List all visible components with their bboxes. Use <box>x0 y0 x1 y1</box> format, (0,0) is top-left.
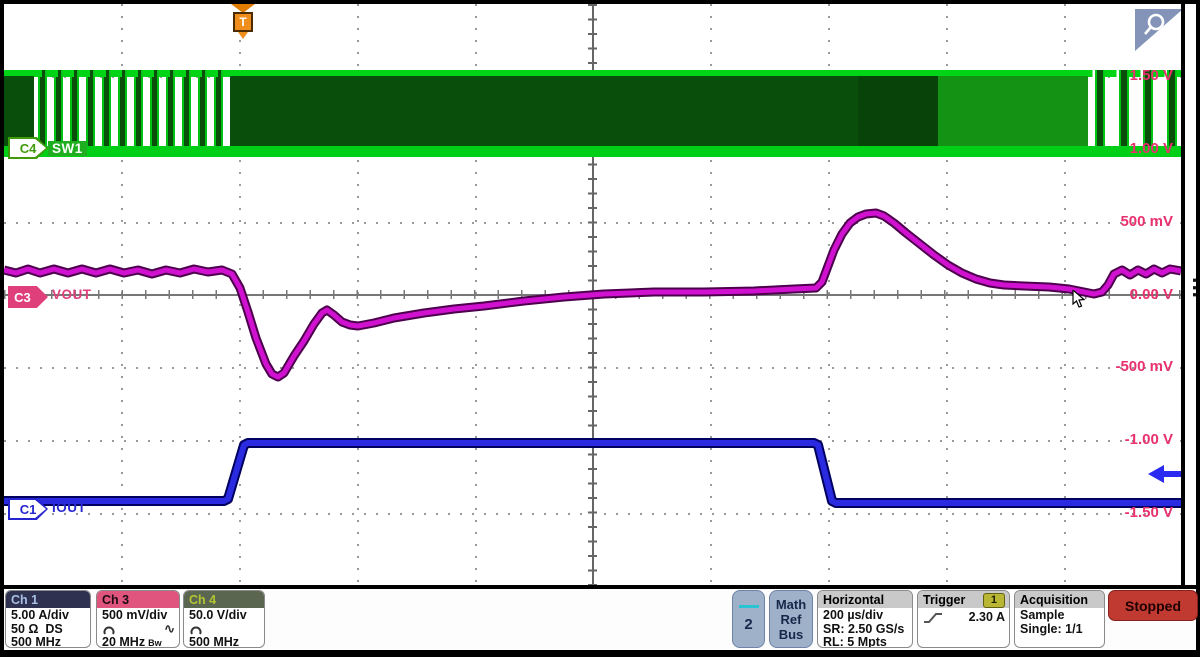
horizontal-title: Horizontal <box>818 591 912 608</box>
ch4-bandwidth: 500 MHz <box>189 636 260 649</box>
math-label: Math <box>776 597 806 612</box>
ref-label: Ref <box>781 612 802 627</box>
bw-limit-icon: Bw <box>148 637 162 649</box>
trigger-marker-icon: T <box>233 12 253 32</box>
channel-flag-c1-label: C1 <box>10 500 46 518</box>
acquisition-panel[interactable]: Acquisition Sample Single: 1/1 <box>1014 590 1105 648</box>
oscilloscope-screen: 1.50 V 1.00 V 500 mV 0.00 V -500 mV -1.0… <box>0 0 1200 657</box>
scale-label: 1.00 V <box>1130 140 1173 158</box>
ch1-termination: 50 Ω DS <box>11 623 86 637</box>
horizontal-record-length: RL: 5 Mpts <box>823 636 908 648</box>
iout-trace <box>4 443 1181 503</box>
trigger-source-badge: 1 <box>983 593 1005 608</box>
menu-dots-icon[interactable]: ⋮ <box>1184 282 1197 293</box>
scale-label: -500 mV <box>1115 358 1173 376</box>
ch1-bandwidth: 500 MHz <box>11 636 86 648</box>
vout-trace <box>4 213 1181 377</box>
scale-label: 1.50 V <box>1130 67 1173 85</box>
ac-coupling-icon: ∿ <box>164 622 175 636</box>
scale-label: 0.00 V <box>1130 286 1173 304</box>
trigger-marker-tail <box>238 32 248 39</box>
zoom-waveform-color-bar <box>739 605 759 608</box>
acquisition-title: Acquisition <box>1015 591 1104 608</box>
analog-traces <box>4 4 1181 585</box>
bottom-control-bar: Ch 1 5.00 A/div 50 Ω DS 500 MHz Ch 3 500… <box>4 589 1196 650</box>
scale-label: 500 mV <box>1120 213 1173 231</box>
ch1-badge[interactable]: Ch 1 5.00 A/div 50 Ω DS 500 MHz <box>5 590 91 648</box>
scale-label: -1.00 V <box>1125 431 1173 449</box>
rising-edge-icon <box>923 611 943 625</box>
bus-label: Bus <box>779 627 804 642</box>
horizontal-panel[interactable]: Horizontal 200 µs/div SR: 2.50 GS/s RL: … <box>817 590 913 648</box>
ch4-badge[interactable]: Ch 4 50.0 V/div 500 MHz <box>183 590 265 648</box>
mouse-cursor <box>1072 290 1088 315</box>
ch1-title: Ch 1 <box>6 591 90 608</box>
ch1-scale: 5.00 A/div <box>11 609 86 623</box>
channel-flag-c3-label: C3 <box>8 290 37 305</box>
sw1-trace-label: SW1 <box>48 141 87 156</box>
probe-icon <box>189 624 203 635</box>
probe-icon <box>102 624 116 635</box>
iout-trace-label: IOUT <box>52 500 86 515</box>
trigger-panel[interactable]: Trigger 1 2.30 A <box>917 590 1010 648</box>
math-ref-bus-button[interactable]: Math Ref Bus <box>769 590 813 648</box>
ch3-title: Ch 3 <box>97 591 179 608</box>
trigger-level: 2.30 A <box>969 611 1005 625</box>
acquisition-count: Single: 1/1 <box>1020 623 1100 637</box>
trigger-level-arrow[interactable] <box>1148 465 1181 483</box>
horizontal-sample-rate: SR: 2.50 GS/s <box>823 623 908 637</box>
scale-label: -1.50 V <box>1125 504 1173 522</box>
ch4-title: Ch 4 <box>184 591 264 608</box>
trigger-position-marker[interactable]: T <box>230 4 256 44</box>
zoom-2-button[interactable]: 2 <box>732 590 765 648</box>
channel-flag-c4-label: C4 <box>10 139 46 157</box>
stopped-button[interactable]: Stopped <box>1108 590 1198 621</box>
trigger-title: Trigger <box>923 593 965 607</box>
ch3-badge[interactable]: Ch 3 500 mV/div ∿ 20 MHz Bw <box>96 590 180 648</box>
waveform-display: 1.50 V 1.00 V 500 mV 0.00 V -500 mV -1.0… <box>4 4 1181 585</box>
horizontal-scale: 200 µs/div <box>823 609 908 623</box>
vout-trace-label: VOUT <box>52 287 92 302</box>
zoom-2-label: 2 <box>744 616 752 633</box>
iout-trace-outline <box>4 443 1181 503</box>
acquisition-mode: Sample <box>1020 609 1100 623</box>
ch3-bandwidth: 20 MHz <box>102 636 145 649</box>
ch4-scale: 50.0 V/div <box>189 609 260 623</box>
